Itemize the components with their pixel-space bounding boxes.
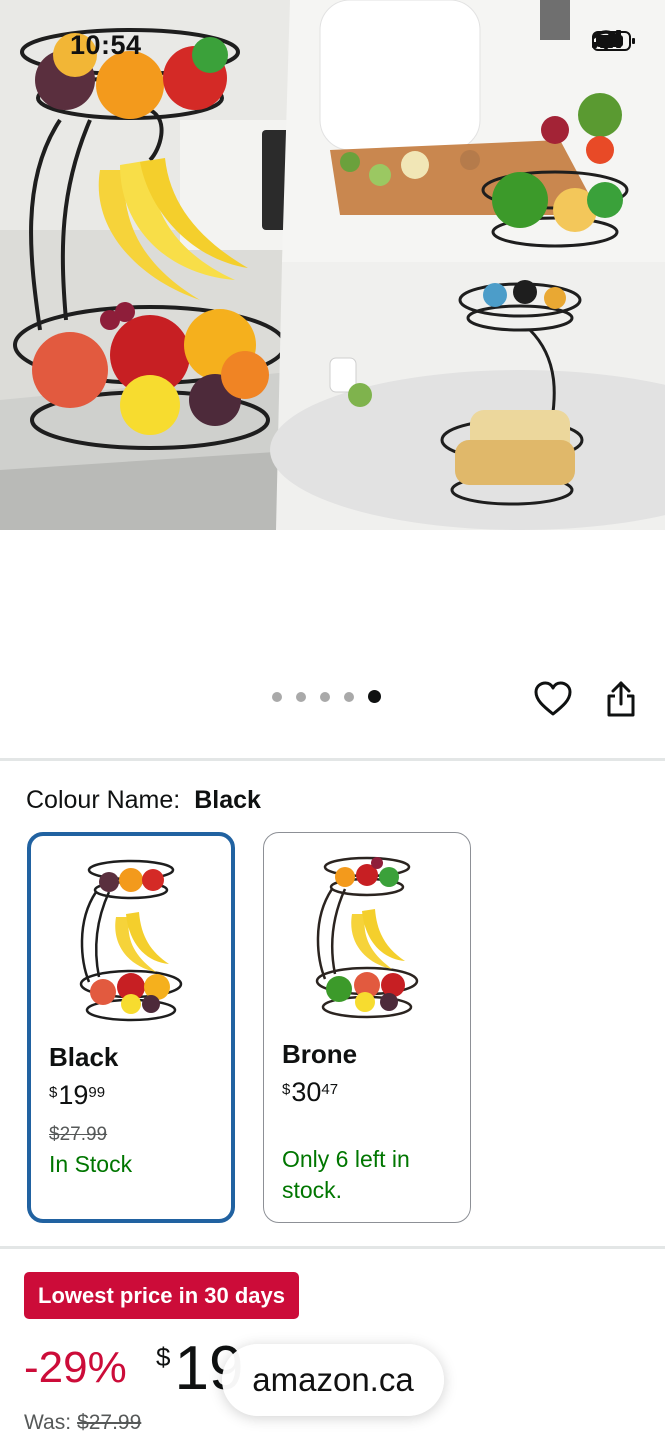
swatch-was-price: $27.99 xyxy=(49,1124,108,1145)
swatch-name: Brone xyxy=(282,1039,358,1069)
swatch-price: $ 30 47 xyxy=(282,1077,338,1107)
swatch-stock-status: Only 6 left in stock. xyxy=(282,1146,410,1203)
status-icons xyxy=(592,30,635,51)
swatch-price: $ 19 99 xyxy=(49,1080,105,1110)
colour-label-text: Colour Name: xyxy=(26,786,181,814)
was-price-line: Was: $27.99 xyxy=(24,1411,141,1435)
battery-icon xyxy=(592,31,635,51)
discount-percent: -29% xyxy=(24,1343,127,1392)
lowest-price-badge: Lowest price in 30 days xyxy=(24,1272,299,1319)
price-whole: 19 xyxy=(58,1080,89,1110)
price-fraction: 99 xyxy=(88,1084,106,1101)
colour-option-black[interactable]: Black $ 19 99 $27.99 In Stock xyxy=(27,832,235,1223)
price-currency: $ xyxy=(49,1084,58,1101)
section-divider xyxy=(0,758,665,761)
heart-icon[interactable] xyxy=(533,680,573,718)
price-currency: $ xyxy=(156,1342,171,1372)
status-time: 10:54 xyxy=(70,30,142,60)
browser-url-pill[interactable]: amazon.ca xyxy=(222,1344,444,1416)
carousel-dot[interactable] xyxy=(320,691,330,702)
product-image-gallery[interactable]: 10:54 xyxy=(0,0,665,530)
price-fraction: 47 xyxy=(321,1081,339,1098)
was-label: Was: xyxy=(24,1411,72,1434)
share-icon[interactable] xyxy=(604,680,638,718)
image-carousel-dots[interactable] xyxy=(272,690,381,703)
section-divider xyxy=(0,1246,665,1249)
black-stand-thumbnail xyxy=(79,859,183,1022)
brone-stand-thumbnail xyxy=(315,856,419,1019)
colour-option-brone[interactable]: Brone $ 30 47 Only 6 left in stock. xyxy=(263,832,471,1223)
status-bar: 10:54 xyxy=(0,0,665,90)
carousel-dot[interactable] xyxy=(296,691,306,702)
price-currency: $ xyxy=(282,1081,291,1098)
swatch-name: Black xyxy=(49,1042,119,1072)
colour-name-label: Colour Name: Black xyxy=(26,786,261,815)
price-whole: 30 xyxy=(291,1077,322,1107)
was-price: $27.99 xyxy=(77,1411,142,1434)
carousel-dot[interactable] xyxy=(344,691,354,702)
colour-selected-value: Black xyxy=(194,786,261,814)
swatch-stock-status: In Stock xyxy=(49,1151,133,1177)
carousel-dot[interactable] xyxy=(272,691,282,702)
carousel-dot-active[interactable] xyxy=(368,690,381,703)
